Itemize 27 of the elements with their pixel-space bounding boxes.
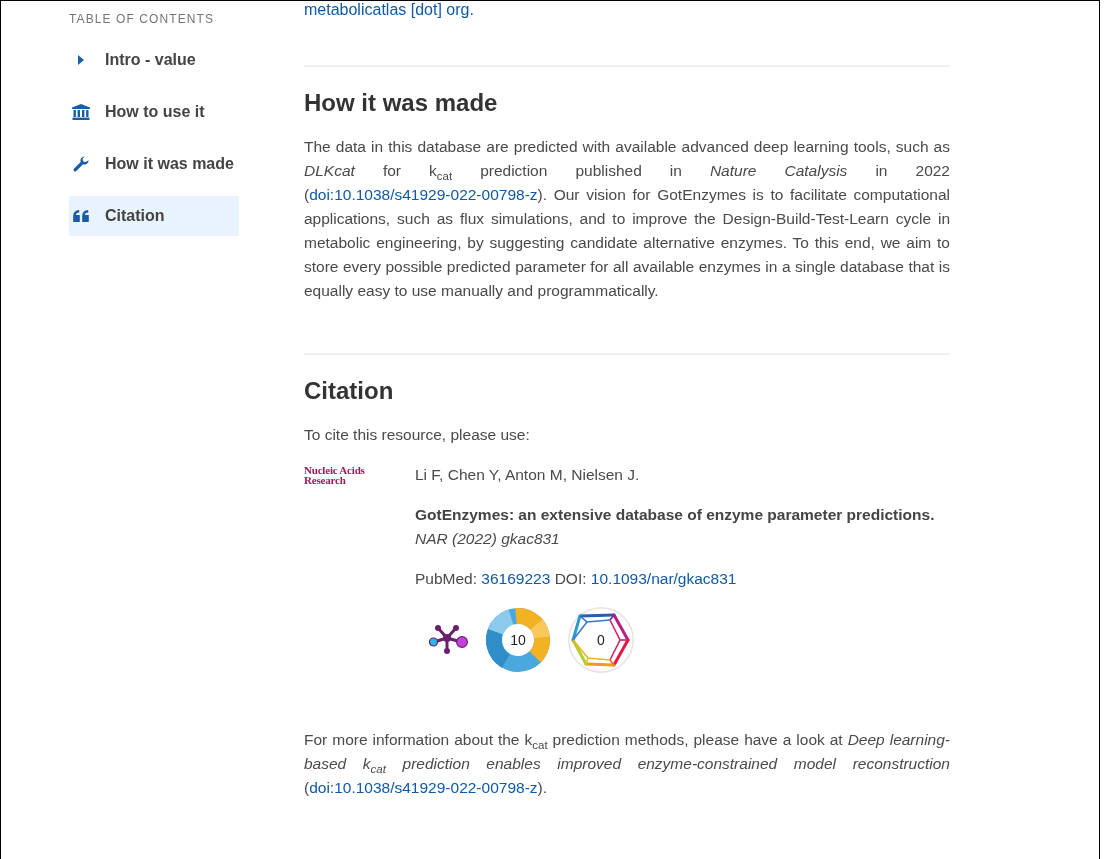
journal-reference: NAR (2022) gkac831 — [415, 529, 561, 549]
article-title: GotEnzymes: an extensive database of enzyme parameter predictions. — [415, 505, 936, 525]
toc-item[interactable]: Intro - value — [69, 40, 239, 80]
network-node-icon[interactable] — [428, 625, 468, 655]
citation-intro: To cite this resource, please use: — [304, 425, 531, 445]
columned-building-icon — [72, 104, 90, 120]
polygon-score-badge[interactable]: 0 — [568, 607, 634, 673]
pubmed-link[interactable]: 36169223 — [481, 570, 551, 587]
toc-item[interactable]: Citation — [69, 196, 239, 236]
journal-logo: Nucleic Acids Research — [304, 465, 366, 487]
ring-score-badge[interactable]: 10 — [486, 608, 550, 672]
caret-icon — [78, 55, 84, 65]
doi-link[interactable]: doi:10.1038/s41929-022-00798-z — [309, 186, 538, 203]
authors: Li F, Chen Y, Anton M, Nielsen J. — [415, 465, 641, 485]
pubmed-doi-line: PubMed: 36169223 DOI: 10.1093/nar/gkac831 — [415, 569, 738, 589]
paragraph: For more information about the k$_{cat}$ prediction methods, please have a look at Deep learning-based k$_{cat}$ prediction enables improved enzyme-constrained model reconstruction (doi:10.1038/s41929-022-00798-z). — [304, 730, 950, 798]
toc-heading: TABLE OF CONTENTS — [69, 12, 216, 26]
paragraph: The data in this database are predicted with available advanced deep learning tools, such as DLKcat for k$_{cat}$ prediction published in Nature Catalysis in 2022 (doi:10.1038/s41929-022-00798-z). Our vision for GotEnzymes is to facilitate computational applications, such as flux simulations, and to improve the Design-Build-Test-Learn cycle in metabolic engineering, by suggesting candidate alternative enzymes. To this end, we aim to store every possible predicted parameter for all available enzymes in a single database that is equally easy to use manually and programmatically. — [304, 137, 950, 301]
toc-item[interactable]: How it was made — [69, 144, 239, 184]
wrench-icon — [73, 156, 89, 172]
quote-icon — [73, 210, 89, 222]
doi-link[interactable]: 10.1093/nar/gkac831 — [590, 570, 737, 587]
doi-link[interactable]: doi:10.1038/s41929-022-00798-z — [309, 779, 538, 796]
section-heading: How it was made — [304, 88, 499, 118]
contact-link[interactable]: metabolicatlas [dot] org. — [304, 1, 474, 18]
section-heading: Citation — [304, 376, 395, 406]
toc-item[interactable]: How to use it — [69, 92, 239, 132]
